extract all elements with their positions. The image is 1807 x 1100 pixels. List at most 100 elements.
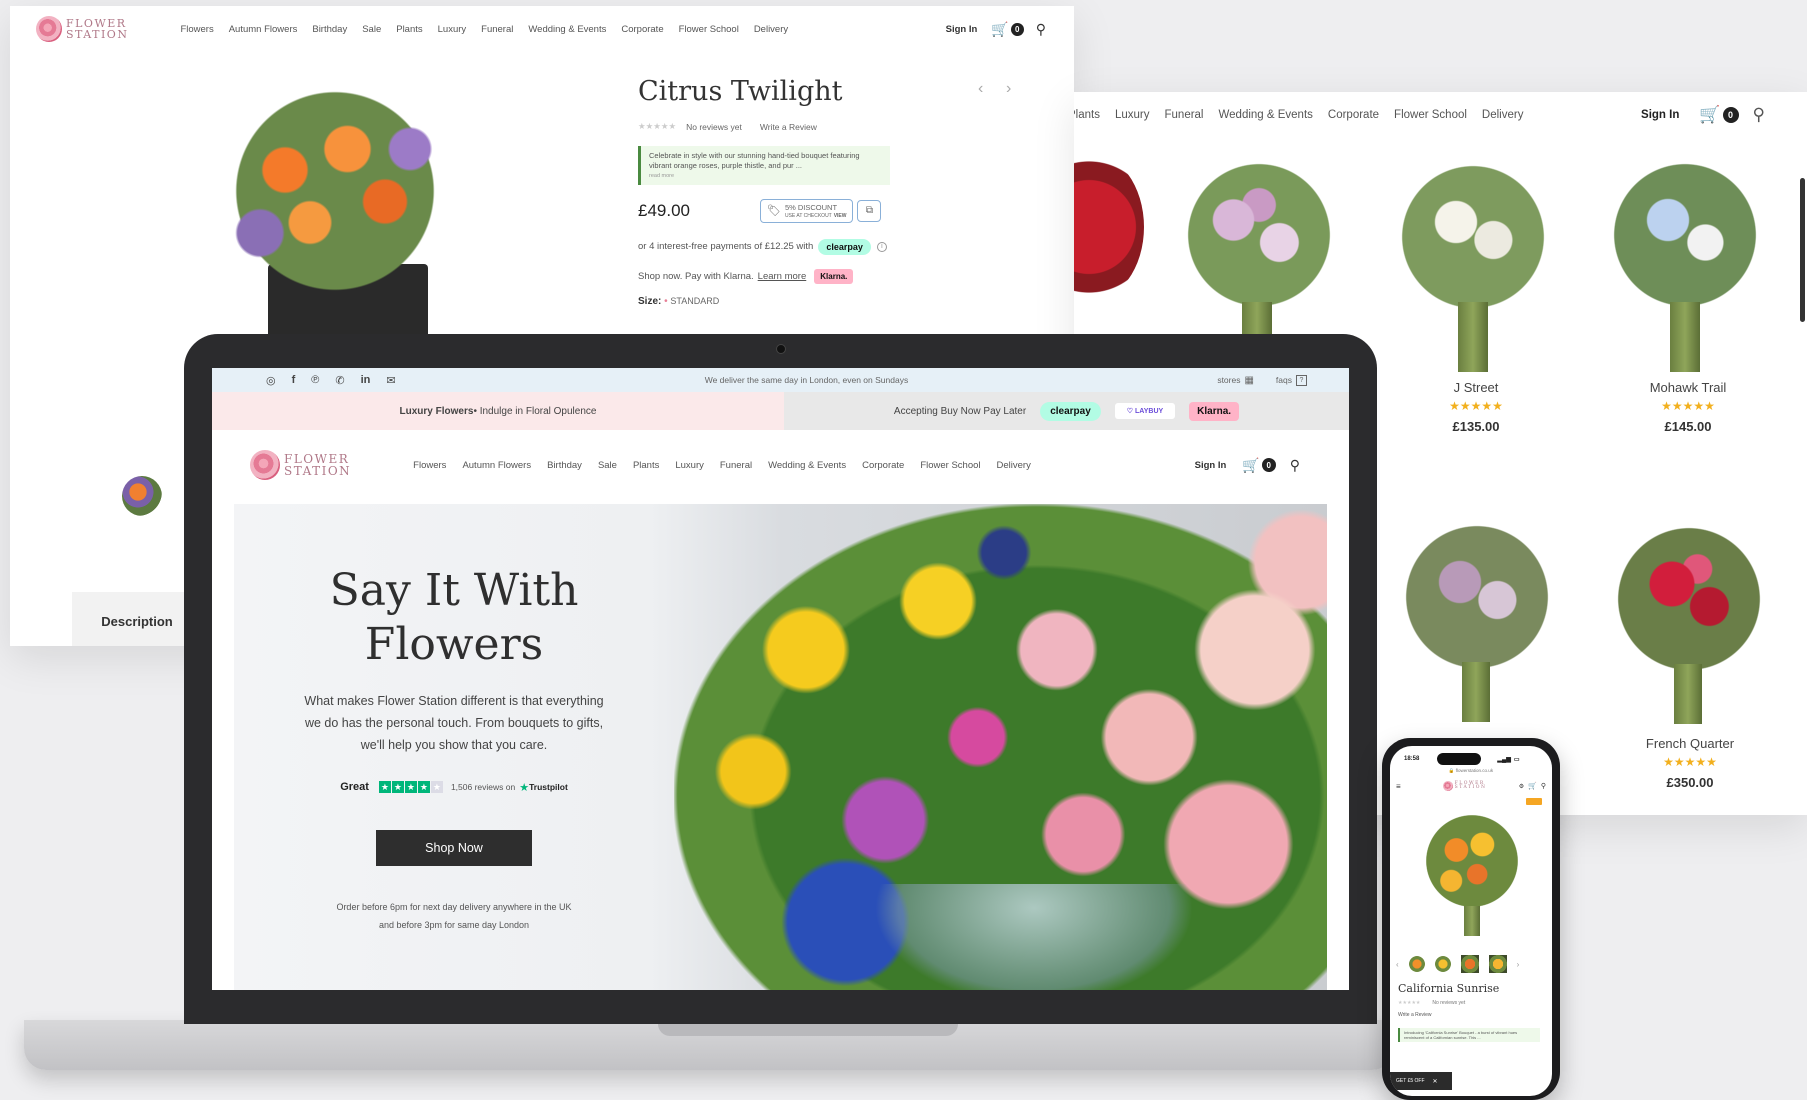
whatsapp-icon[interactable]: ✆	[335, 374, 344, 387]
nav-item[interactable]: Birthday	[312, 24, 347, 35]
stores-link[interactable]: stores	[1217, 375, 1240, 385]
close-icon[interactable]: ✕	[1433, 1078, 1438, 1085]
listing-cart-icon[interactable]: 🛒	[1699, 105, 1720, 125]
nav-item[interactable]: Corporate	[621, 24, 663, 35]
nav-item[interactable]: Birthday	[547, 460, 582, 471]
scrollbar-thumb[interactable]	[1800, 178, 1805, 322]
brand-logo-icon[interactable]	[250, 450, 280, 480]
product-image-pastel[interactable]	[1174, 160, 1344, 310]
product-image-lilac[interactable]	[1392, 522, 1562, 672]
sign-in-link[interactable]: Sign In	[1195, 460, 1227, 471]
nav-item[interactable]: Autumn Flowers	[462, 460, 531, 471]
nav-item[interactable]: Wedding & Events	[1219, 109, 1313, 121]
hero-content: Say It With Flowers What makes Flower St…	[304, 564, 604, 934]
brand-logo-icon[interactable]	[1442, 781, 1453, 791]
menu-icon[interactable]: ≡	[1396, 782, 1401, 791]
info-icon[interactable]: i	[876, 241, 887, 252]
promo-strip-left[interactable]: Luxury Flowers • Indulge in Floral Opule…	[212, 392, 784, 430]
write-review-link[interactable]: Write a Review	[760, 122, 817, 132]
copy-icon[interactable]: ⧉	[857, 199, 882, 222]
nav-item[interactable]: Plants	[633, 460, 659, 471]
listing-search-icon[interactable]: ⚲	[1753, 105, 1765, 125]
discount-badge[interactable]: 🏷 5% DISCOUNT USE AT CHECKOUT VIEW	[760, 198, 854, 223]
instagram-icon[interactable]: ◎	[266, 374, 276, 387]
nav-item[interactable]: Sale	[598, 460, 617, 471]
nav-item[interactable]: Flowers	[180, 24, 213, 35]
phone-promo-tab[interactable]: GET £5 OFF ✕	[1390, 1072, 1452, 1090]
phone-account-icon[interactable]: ⚙	[1519, 783, 1524, 790]
nav-item[interactable]: Funeral	[720, 460, 752, 471]
nav-item[interactable]: Plants	[1074, 109, 1100, 121]
nav-item[interactable]: Luxury	[675, 460, 704, 471]
nav-item[interactable]: Funeral	[1165, 109, 1204, 121]
nav-item[interactable]: Corporate	[1328, 109, 1379, 121]
cart-icon[interactable]: 🛒	[991, 21, 1008, 38]
nav-item[interactable]: Flower School	[920, 460, 980, 471]
product-card-jstreet[interactable]: J Street ★★★★★ £135.00	[1396, 380, 1556, 434]
facebook-icon[interactable]: f	[292, 374, 296, 386]
product-image-red[interactable]	[1074, 152, 1144, 302]
nav-item[interactable]: Autumn Flowers	[229, 24, 298, 35]
phone-prev-icon[interactable]: ‹	[1396, 960, 1399, 969]
tag-icon: 🏷	[767, 205, 781, 218]
nav-item[interactable]: Sale	[362, 24, 381, 35]
phone-thumb-4[interactable]	[1488, 955, 1507, 973]
phone-thumb-1[interactable]	[1408, 956, 1425, 972]
sign-in-link[interactable]: Sign In	[946, 24, 978, 35]
nav-item[interactable]: Corporate	[862, 460, 904, 471]
search-icon[interactable]: ⚲	[1290, 457, 1300, 474]
nav-item[interactable]: Flowers	[413, 460, 446, 471]
pinterest-icon[interactable]: ℗	[311, 374, 319, 386]
phone-cart-icon[interactable]: 🛒	[1528, 782, 1537, 790]
product-card-french-quarter[interactable]: French Quarter ★★★★★ £350.00	[1610, 736, 1770, 790]
brand-logo-text[interactable]: FLOWER STATION	[66, 18, 128, 40]
product-image-mohawk[interactable]	[1600, 160, 1770, 310]
listing-header: Plants Luxury Funeral Wedding & Events Corpo…	[1074, 100, 1807, 130]
phone-thumbnails: ‹ ›	[1396, 954, 1546, 974]
faqs-link[interactable]: faqs	[1276, 375, 1292, 385]
nav-item[interactable]: Flower School	[1394, 109, 1467, 121]
discount-view[interactable]: VIEW	[834, 213, 847, 219]
phone-search-icon[interactable]: ⚲	[1541, 782, 1546, 790]
phone-no-reviews: No reviews yet	[1432, 1000, 1466, 1006]
size-value[interactable]: STANDARD	[670, 296, 719, 306]
product-image-jstreet[interactable]	[1388, 162, 1558, 312]
trustpilot-logo: Trustpilot	[529, 782, 568, 793]
phone-write-review[interactable]: Write a Review	[1398, 1012, 1432, 1018]
linkedin-icon[interactable]: in	[361, 374, 371, 386]
nav-item[interactable]: Delivery	[754, 24, 788, 35]
brand-logo-icon[interactable]	[36, 16, 62, 42]
description-tab[interactable]: Description	[72, 592, 202, 646]
faqs-icon[interactable]: ?	[1296, 374, 1307, 386]
phone-product-image[interactable]	[1420, 806, 1524, 916]
phone-thumb-2[interactable]	[1434, 956, 1451, 972]
trustpilot-rating[interactable]: Great ★ ★ ★ ★ ★ 1,506 reviews on ★ Trust…	[304, 781, 604, 794]
nav-item[interactable]: Plants	[396, 24, 422, 35]
email-icon[interactable]: ✉	[386, 374, 395, 387]
brand-logo-text[interactable]: FLOWER STATION	[284, 453, 351, 477]
description-tab-label: Description	[101, 613, 173, 629]
next-arrow-icon[interactable]: ›	[1006, 80, 1011, 98]
read-more-link[interactable]: read more	[649, 173, 882, 180]
klarna-learn-more-link[interactable]: Learn more	[758, 271, 807, 282]
listing-sign-in-link[interactable]: Sign In	[1641, 109, 1679, 121]
prev-arrow-icon[interactable]: ‹	[978, 80, 983, 98]
brand-logo-text[interactable]: FLOWER STATION	[1455, 781, 1487, 791]
product-thumbnail[interactable]	[122, 476, 162, 516]
nav-item[interactable]: Wedding & Events	[768, 460, 846, 471]
product-image-french-quarter[interactable]	[1604, 524, 1774, 674]
nav-item[interactable]: Luxury	[1115, 109, 1150, 121]
search-icon[interactable]: ⚲	[1036, 21, 1046, 38]
phone-thumb-3[interactable]	[1460, 955, 1479, 973]
nav-item[interactable]: Luxury	[438, 24, 467, 35]
nav-item[interactable]: Delivery	[997, 460, 1031, 471]
nav-item[interactable]: Flower School	[679, 24, 739, 35]
nav-item[interactable]: Wedding & Events	[528, 24, 606, 35]
stores-icon[interactable]: ▦	[1244, 375, 1253, 386]
nav-item[interactable]: Delivery	[1482, 109, 1524, 121]
product-card-mohawk[interactable]: Mohawk Trail ★★★★★ £145.00	[1608, 380, 1768, 434]
shop-now-button[interactable]: Shop Now	[376, 829, 532, 866]
cart-icon[interactable]: 🛒	[1242, 457, 1259, 474]
nav-item[interactable]: Funeral	[481, 24, 513, 35]
phone-next-icon[interactable]: ›	[1517, 960, 1520, 969]
